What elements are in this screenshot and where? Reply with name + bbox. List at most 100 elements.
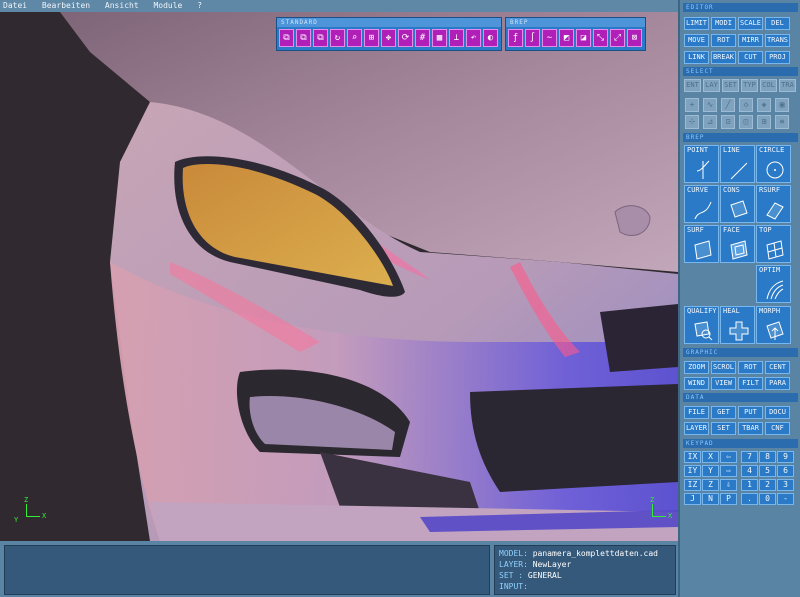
key-iy[interactable]: IY <box>684 465 701 477</box>
key-x[interactable]: X <box>702 451 719 463</box>
key-right-arrow[interactable]: ⇨ <box>720 465 737 477</box>
filt-button[interactable]: FILT <box>738 377 763 390</box>
select-node-icon[interactable]: ⊿ <box>703 115 717 129</box>
menu-bearbeiten[interactable]: Bearbeiten <box>42 1 90 10</box>
rotate-view-button[interactable]: ↻ <box>330 29 345 47</box>
brep-trim-button[interactable]: ⤡ <box>593 29 608 47</box>
line-button[interactable]: LINE <box>720 145 755 183</box>
tbar-button[interactable]: TBAR <box>738 422 763 435</box>
grid-button[interactable]: # <box>415 29 430 47</box>
brep-spline-button[interactable]: ∼ <box>542 29 557 47</box>
select-lay-button[interactable]: LAY <box>703 79 720 92</box>
select-vertex-icon[interactable]: ⊹ <box>685 115 699 129</box>
select-point-icon[interactable]: + <box>685 98 699 112</box>
face-button[interactable]: FACE <box>720 225 755 263</box>
link-button[interactable]: LINK <box>684 51 709 64</box>
point-button[interactable]: POINT <box>684 145 719 183</box>
view-side-button[interactable]: ⧉ <box>296 29 311 47</box>
brep-curve-button[interactable]: ∫ <box>525 29 540 47</box>
command-output[interactable] <box>4 545 490 595</box>
break-button[interactable]: BREAK <box>711 51 736 64</box>
key-7[interactable]: 7 <box>741 451 758 463</box>
shade-button[interactable]: ◐ <box>483 29 498 47</box>
set-button[interactable]: SET <box>711 422 736 435</box>
top-button[interactable]: TOP <box>756 225 791 263</box>
cut-button[interactable]: CUT <box>738 51 763 64</box>
pan-button[interactable]: ✥ <box>381 29 396 47</box>
limit-button[interactable]: LIMIT <box>684 17 709 30</box>
key-n[interactable]: N <box>702 493 719 505</box>
scrol-button[interactable]: SCROL <box>711 361 736 374</box>
key-minus[interactable]: - <box>777 493 794 505</box>
cnf-button[interactable]: CNF <box>765 422 790 435</box>
undo-view-button[interactable]: ↶ <box>466 29 481 47</box>
key-dot[interactable]: . <box>741 493 758 505</box>
view-top-button[interactable]: ⧉ <box>313 29 328 47</box>
select-typ-button[interactable]: TYP <box>741 79 758 92</box>
key-6[interactable]: 6 <box>777 465 794 477</box>
select-edge-icon[interactable]: ⊡ <box>721 115 735 129</box>
select-curve-icon[interactable]: ∿ <box>703 98 717 112</box>
key-9[interactable]: 9 <box>777 451 794 463</box>
key-left-arrow[interactable]: ⇦ <box>720 451 737 463</box>
menu-ansicht[interactable]: Ansicht <box>105 1 139 10</box>
select-line-icon[interactable]: ╱ <box>721 98 735 112</box>
axis-button[interactable]: ⊥ <box>449 29 464 47</box>
brep-surface-button[interactable]: ◩ <box>559 29 574 47</box>
key-ix[interactable]: IX <box>684 451 701 463</box>
trans-button[interactable]: TRANS <box>765 34 790 47</box>
modi-button[interactable]: MODI <box>711 17 736 30</box>
key-5[interactable]: 5 <box>759 465 776 477</box>
key-8[interactable]: 8 <box>759 451 776 463</box>
brep-point-button[interactable]: ƒ <box>508 29 523 47</box>
select-all-icon[interactable]: ≡ <box>775 115 789 129</box>
select-surface-icon[interactable]: ◇ <box>739 98 753 112</box>
key-down-arrow[interactable]: ⇩ <box>720 479 737 491</box>
menu-help[interactable]: ? <box>197 1 202 10</box>
optim-button[interactable]: OPTIM <box>756 265 791 303</box>
docu-button[interactable]: DOCU <box>765 406 790 419</box>
rot-button[interactable]: ROT <box>711 34 736 47</box>
select-group-icon[interactable]: ⊞ <box>757 115 771 129</box>
brep-patch-button[interactable]: ◪ <box>576 29 591 47</box>
view-button[interactable]: VIEW <box>711 377 736 390</box>
cons-button[interactable]: CONS <box>720 185 755 223</box>
put-button[interactable]: PUT <box>738 406 763 419</box>
key-z[interactable]: Z <box>702 479 719 491</box>
select-set-button[interactable]: SET <box>722 79 739 92</box>
file-button[interactable]: FILE <box>684 406 709 419</box>
del-button[interactable]: DEL <box>765 17 790 30</box>
view-front-button[interactable]: ⧉ <box>279 29 294 47</box>
zoom-window-button[interactable]: ⊞ <box>364 29 379 47</box>
key-3[interactable]: 3 <box>777 479 794 491</box>
proj-button[interactable]: PROJ <box>765 51 790 64</box>
scale-button[interactable]: SCALE <box>738 17 763 30</box>
key-1[interactable]: 1 <box>741 479 758 491</box>
get-button[interactable]: GET <box>711 406 736 419</box>
rsurf-button[interactable]: RSURF <box>756 185 791 223</box>
key-iz[interactable]: IZ <box>684 479 701 491</box>
key-p[interactable]: P <box>720 493 737 505</box>
layer-button[interactable]: LAYER <box>684 422 709 435</box>
select-face-icon[interactable]: ◈ <box>757 98 771 112</box>
mirr-button[interactable]: MIRR <box>738 34 763 47</box>
key-0[interactable]: 0 <box>759 493 776 505</box>
surf-button[interactable]: SURF <box>684 225 719 263</box>
graphic-rot-button[interactable]: ROT <box>738 361 763 374</box>
qualify-button[interactable]: QUALIFY <box>684 306 719 344</box>
heal-button[interactable]: HEAL <box>720 306 755 344</box>
zoom-icon[interactable]: ⌕ <box>347 29 362 47</box>
key-2[interactable]: 2 <box>759 479 776 491</box>
move-button[interactable]: MOVE <box>684 34 709 47</box>
3d-viewport[interactable]: STANDARD ⧉ ⧉ ⧉ ↻ ⌕ ⊞ ✥ ⟳ # ▦ ⊥ ↶ ◐ BREP … <box>0 12 678 541</box>
key-j[interactable]: J <box>684 493 701 505</box>
select-solid-icon[interactable]: ▣ <box>775 98 789 112</box>
key-y[interactable]: Y <box>702 465 719 477</box>
menu-datei[interactable]: Datei <box>3 1 27 10</box>
select-patch-icon[interactable]: ◫ <box>739 115 753 129</box>
select-tra-button[interactable]: TRA <box>779 79 796 92</box>
menu-module[interactable]: Module <box>153 1 182 10</box>
brep-extend-button[interactable]: ⤢ <box>610 29 625 47</box>
key-4[interactable]: 4 <box>741 465 758 477</box>
refresh-button[interactable]: ⟳ <box>398 29 413 47</box>
